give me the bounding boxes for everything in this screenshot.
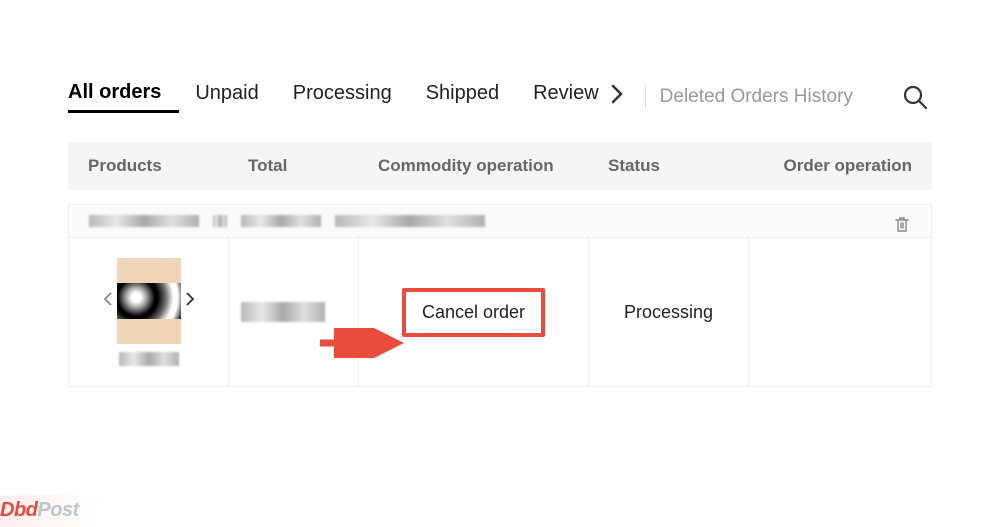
cell-commodity-operation: Cancel order [359, 238, 589, 386]
trash-icon[interactable] [893, 215, 911, 238]
status-text: Processing [624, 302, 713, 323]
cell-products [69, 238, 229, 386]
order-meta-bar [69, 205, 931, 238]
redacted-text [119, 352, 179, 366]
tabs-row: All orders Unpaid Processing Shipped Rev… [68, 80, 932, 114]
header-total: Total [248, 156, 378, 176]
order-row: Cancel order Processing [68, 204, 932, 387]
cancel-order-button[interactable]: Cancel order [422, 302, 525, 323]
redacted-text [241, 215, 321, 227]
redacted-text [241, 302, 325, 322]
highlight-box: Cancel order [402, 288, 545, 337]
deleted-orders-history-link[interactable]: Deleted Orders History [660, 86, 853, 108]
table-header: Products Total Commodity operation Statu… [68, 142, 932, 190]
tab-unpaid[interactable]: Unpaid [195, 82, 276, 113]
tab-all-orders[interactable]: All orders [68, 81, 179, 113]
tab-shipped[interactable]: Shipped [426, 82, 517, 113]
divider [645, 85, 646, 109]
watermark-part1: Dbd [0, 499, 37, 522]
redacted-text [89, 215, 199, 227]
redacted-text [335, 215, 485, 227]
thumb-prev-icon[interactable] [99, 291, 117, 312]
header-products: Products [88, 156, 248, 176]
tabs-scroll-right-icon[interactable] [603, 84, 631, 110]
redacted-text [213, 215, 227, 227]
tab-review[interactable]: Review [533, 82, 599, 113]
order-body: Cancel order Processing [69, 238, 931, 386]
watermark-part2: Post [37, 499, 78, 522]
header-order-operation: Order operation [768, 156, 912, 176]
header-status: Status [608, 156, 768, 176]
header-commodity-operation: Commodity operation [378, 156, 608, 176]
cell-status: Processing [589, 238, 749, 386]
product-thumbnail[interactable] [117, 258, 181, 344]
search-icon[interactable] [898, 80, 932, 114]
thumb-next-icon[interactable] [181, 291, 199, 312]
orders-page: All orders Unpaid Processing Shipped Rev… [0, 0, 1000, 387]
tab-processing[interactable]: Processing [293, 82, 410, 113]
cell-order-operation [749, 238, 931, 386]
watermark: DbdPost [0, 499, 79, 522]
cell-total [229, 238, 359, 386]
